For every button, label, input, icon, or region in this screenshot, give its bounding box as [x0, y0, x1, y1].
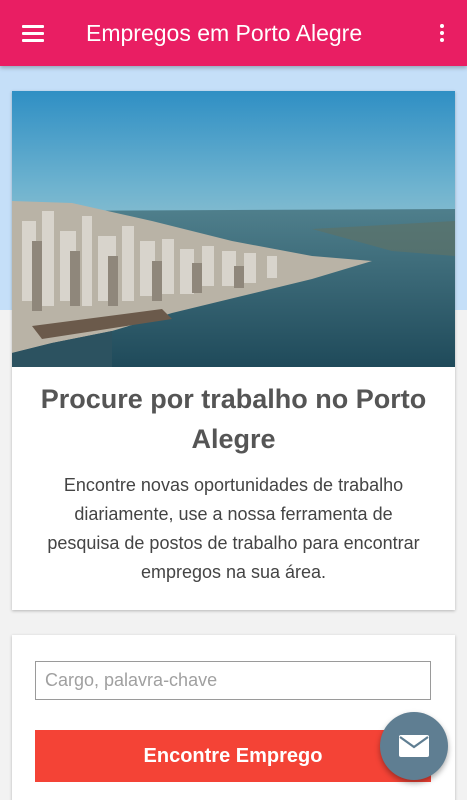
app-title: Empregos em Porto Alegre — [86, 19, 363, 46]
menu-button[interactable] — [0, 0, 66, 66]
aerial-city-photo — [12, 91, 455, 367]
hero-card: Procure por trabalho no Porto Alegre Enc… — [12, 91, 455, 610]
email-icon — [399, 735, 429, 757]
job-search-input[interactable] — [35, 661, 431, 700]
app-bar: Empregos em Porto Alegre — [0, 0, 467, 66]
find-job-button[interactable]: Encontre Emprego — [35, 730, 431, 782]
hero-title: Procure por trabalho no Porto Alegre — [40, 384, 427, 454]
hamburger-menu-icon — [22, 25, 44, 42]
more-options-button[interactable] — [417, 0, 467, 66]
email-fab-button[interactable] — [380, 712, 448, 780]
more-vertical-icon — [440, 24, 444, 28]
search-card: Encontre Emprego — [12, 635, 455, 800]
hero-description: Encontre novas oportunidades de trabalho… — [47, 475, 420, 582]
